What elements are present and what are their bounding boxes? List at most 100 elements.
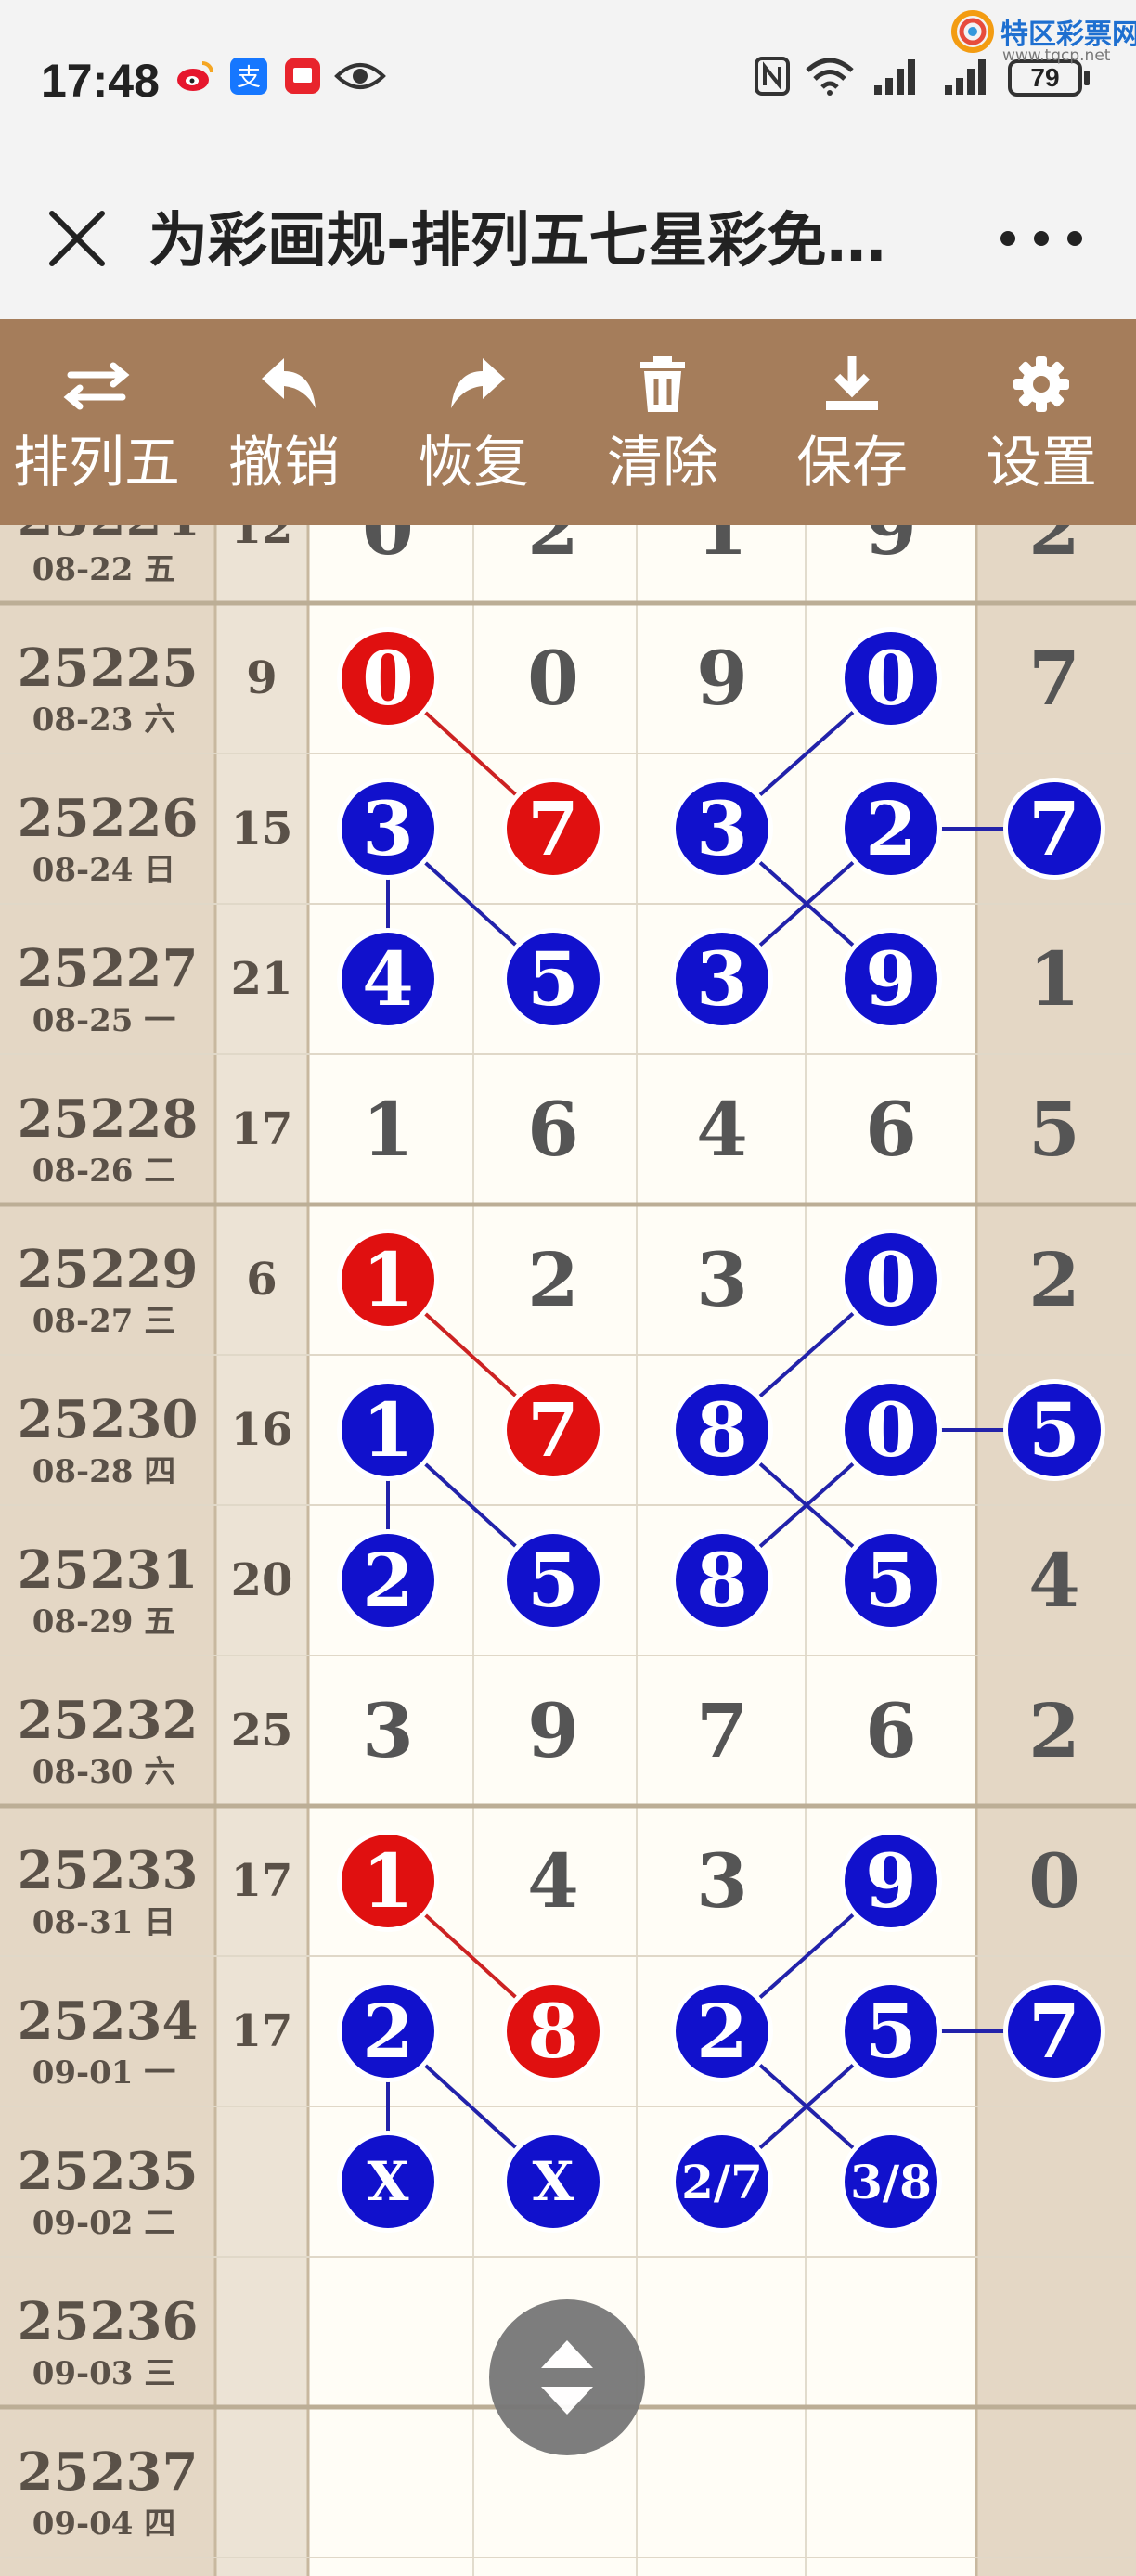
number-ball[interactable]: X	[337, 2131, 439, 2233]
plain-digit[interactable]: 1	[1028, 935, 1080, 1023]
sum-value: 17	[231, 1855, 293, 1907]
number-ball[interactable]: 7	[1003, 1980, 1105, 2082]
plain-digit[interactable]: 7	[696, 1687, 748, 1774]
status-time: 17:48	[41, 55, 160, 107]
number-ball[interactable]: 9	[840, 1830, 942, 1932]
number-ball[interactable]: 0	[840, 1229, 942, 1331]
ball-digit: X	[367, 2150, 408, 2213]
plain-digit[interactable]: 3	[696, 1837, 748, 1925]
plain-digit[interactable]: 9	[865, 525, 917, 572]
plain-digit[interactable]: 9	[527, 1687, 579, 1774]
number-ball[interactable]: 5	[502, 928, 604, 1030]
status-bar: 17:48 支 79 特区彩票网 www.tqcp.net	[0, 0, 1136, 167]
number-ball[interactable]: 1	[337, 1229, 439, 1331]
ball-digit: 5	[865, 1988, 917, 2075]
number-ball[interactable]: 2	[671, 1980, 773, 2082]
swap-icon	[63, 362, 130, 410]
eye-icon	[334, 63, 386, 89]
weibo-icon	[177, 61, 213, 91]
plain-digit[interactable]: 0	[527, 635, 579, 722]
number-ball[interactable]: 7	[1003, 778, 1105, 880]
clear-button[interactable]: 清除	[570, 319, 755, 525]
number-ball[interactable]: 2	[840, 778, 942, 880]
save-label: 保存	[796, 431, 908, 496]
number-ball[interactable]: X	[502, 2131, 604, 2233]
period-date: 08-24 日	[32, 852, 176, 889]
ball-digit: 5	[527, 935, 579, 1023]
number-ball[interactable]: 2	[337, 1980, 439, 2082]
period-number: 25230	[18, 1389, 199, 1450]
plain-digit[interactable]: 3	[362, 1687, 414, 1774]
redo-button[interactable]: 恢复	[381, 319, 566, 525]
number-ball[interactable]: 7	[502, 1379, 604, 1481]
plain-digit[interactable]: 6	[527, 1086, 579, 1173]
settings-button[interactable]: 设置	[949, 319, 1134, 525]
number-ball[interactable]: 8	[671, 1379, 773, 1481]
period-number: 25224	[18, 525, 199, 548]
number-ball[interactable]: 0	[840, 1379, 942, 1481]
plain-digit[interactable]: 3	[696, 1236, 748, 1323]
settings-label: 设置	[986, 431, 1097, 496]
ball-digit: 7	[527, 1386, 579, 1474]
plain-digit[interactable]: 0	[1028, 1837, 1080, 1925]
nfc-icon	[755, 57, 790, 96]
plain-digit[interactable]: 0	[362, 525, 414, 572]
more-icon[interactable]	[995, 225, 1088, 252]
number-ball[interactable]: 9	[840, 928, 942, 1030]
plain-digit[interactable]: 4	[696, 1086, 748, 1173]
ball-digit: 0	[865, 1386, 917, 1474]
number-ball[interactable]: 3	[671, 928, 773, 1030]
number-ball[interactable]: 8	[671, 1529, 773, 1631]
number-ball[interactable]: 2/7	[671, 2131, 773, 2233]
plain-digit[interactable]: 9	[696, 635, 748, 722]
number-ball[interactable]: 4	[337, 928, 439, 1030]
scroll-toggle-button[interactable]	[489, 2299, 645, 2455]
ball-digit: 2	[362, 1988, 414, 2075]
period-number: 25225	[18, 638, 199, 699]
ball-digit: 5	[527, 1537, 579, 1624]
undo-button[interactable]: 撤销	[191, 319, 377, 525]
number-ball[interactable]: 1	[337, 1379, 439, 1481]
number-ball[interactable]: 5	[502, 1529, 604, 1631]
trend-chart-canvas[interactable]: 2522408-22 五12021922522508-23 六900907252…	[0, 525, 1136, 2576]
plain-digit[interactable]: 2	[1028, 525, 1080, 572]
number-ball[interactable]: 3	[671, 778, 773, 880]
number-ball[interactable]: 3	[337, 778, 439, 880]
plain-digit[interactable]: 1	[362, 1086, 414, 1173]
lottery-type-button[interactable]: 排列五	[4, 319, 189, 525]
ball-digit: 9	[865, 1837, 917, 1925]
watermark-logo-icon	[951, 10, 994, 53]
period-number: 25228	[18, 1088, 199, 1150]
notes-app-icon	[285, 58, 320, 94]
plain-digit[interactable]: 6	[865, 1687, 917, 1774]
plain-digit[interactable]: 2	[527, 525, 579, 572]
lottery-chart[interactable]: 2522408-22 五12021922522508-23 六900907252…	[0, 525, 1136, 2576]
plain-digit[interactable]: 2	[527, 1236, 579, 1323]
plain-digit[interactable]: 7	[1028, 635, 1080, 722]
number-ball[interactable]: 0	[840, 627, 942, 729]
save-button[interactable]: 保存	[759, 319, 945, 525]
plain-digit[interactable]: 4	[527, 1837, 579, 1925]
sum-value: 21	[231, 953, 293, 1005]
number-ball[interactable]: 5	[840, 1980, 942, 2082]
number-ball[interactable]: 1	[337, 1830, 439, 1932]
download-icon	[826, 356, 878, 410]
number-ball[interactable]: 5	[840, 1529, 942, 1631]
number-ball[interactable]: 8	[502, 1980, 604, 2082]
plain-digit[interactable]: 6	[865, 1086, 917, 1173]
svg-text:支: 支	[237, 64, 261, 92]
plain-digit[interactable]: 4	[1028, 1537, 1080, 1624]
number-ball[interactable]: 5	[1003, 1379, 1105, 1481]
number-ball[interactable]: 0	[337, 627, 439, 729]
plain-digit[interactable]: 2	[1028, 1236, 1080, 1323]
plain-digit[interactable]: 5	[1028, 1086, 1080, 1173]
title-bar: 为彩画规-排列五七星彩免…	[0, 167, 1136, 319]
plain-digit[interactable]: 1	[696, 525, 748, 572]
number-ball[interactable]: 3/8	[840, 2131, 942, 2233]
plain-digit[interactable]: 2	[1028, 1687, 1080, 1774]
clear-label: 清除	[607, 431, 718, 496]
number-ball[interactable]: 7	[502, 778, 604, 880]
number-ball[interactable]: 2	[337, 1529, 439, 1631]
close-icon[interactable]	[45, 206, 110, 271]
period-date: 08-29 五	[32, 1604, 176, 1641]
